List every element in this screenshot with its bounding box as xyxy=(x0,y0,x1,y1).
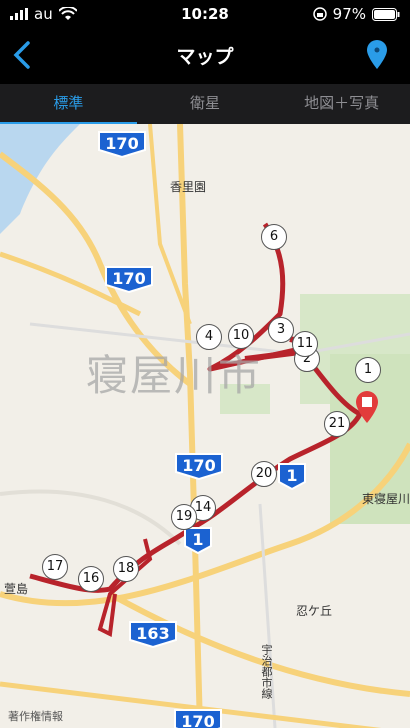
battery-percent: 97% xyxy=(332,5,366,23)
tab-satellite[interactable]: 衛星 xyxy=(137,84,274,124)
highway-shield-1-east: 1 xyxy=(277,462,307,490)
highway-shield-170-bottom: 170 xyxy=(173,708,223,728)
lap-marker[interactable]: 17 xyxy=(42,554,68,580)
lap-marker[interactable]: 6 xyxy=(261,224,287,250)
place-label-kayashima: 萱島 xyxy=(4,582,29,596)
navigation-bar: マップ xyxy=(0,28,410,84)
map-view[interactable]: 寝屋川市 香里園 東寝屋川 忍ケ丘 萱島 宇治都市線 170 170 170 1… xyxy=(0,124,410,728)
orientation-lock-icon xyxy=(312,7,327,21)
lap-marker[interactable]: 16 xyxy=(78,566,104,592)
tab-hybrid[interactable]: 地図＋写真 xyxy=(273,84,410,124)
location-pin-icon[interactable] xyxy=(366,40,388,70)
city-label: 寝屋川市 xyxy=(86,351,263,400)
place-label-korien: 香里園 xyxy=(170,180,207,194)
lap-marker[interactable]: 10 xyxy=(228,323,254,349)
place-label-higashi-neyagawa: 東寝屋川 xyxy=(362,492,410,506)
highway-shield-163: 163 xyxy=(128,620,178,648)
lap-marker[interactable]: 4 xyxy=(196,324,222,350)
lap-marker[interactable]: 1 xyxy=(355,357,381,383)
highway-shield-170-south: 170 xyxy=(174,452,224,480)
road-label: 宇治都市線 xyxy=(260,644,273,699)
lap-marker[interactable]: 11 xyxy=(292,331,318,357)
page-title: マップ xyxy=(176,46,234,68)
battery-icon xyxy=(372,7,400,21)
highway-shield-170-north: 170 xyxy=(97,130,147,158)
legal-link[interactable]: 著作権情報 xyxy=(8,708,63,724)
tab-standard[interactable]: 標準 xyxy=(0,84,137,124)
lap-marker[interactable]: 21 xyxy=(324,411,350,437)
lap-marker[interactable]: 20 xyxy=(251,461,277,487)
highway-shield-1-west: 1 xyxy=(183,526,213,554)
place-label-shinobugaoka: 忍ケ丘 xyxy=(296,604,333,618)
lap-marker[interactable]: 3 xyxy=(268,317,294,343)
lap-marker[interactable]: 18 xyxy=(113,556,139,582)
finish-pin-icon[interactable] xyxy=(354,390,380,424)
lap-marker[interactable]: 19 xyxy=(171,504,197,530)
status-bar: au 10:28 97% xyxy=(0,0,410,28)
map-type-tabs: 標準 衛星 地図＋写真 xyxy=(0,84,410,124)
highway-shield-170-mid: 170 xyxy=(104,265,154,293)
